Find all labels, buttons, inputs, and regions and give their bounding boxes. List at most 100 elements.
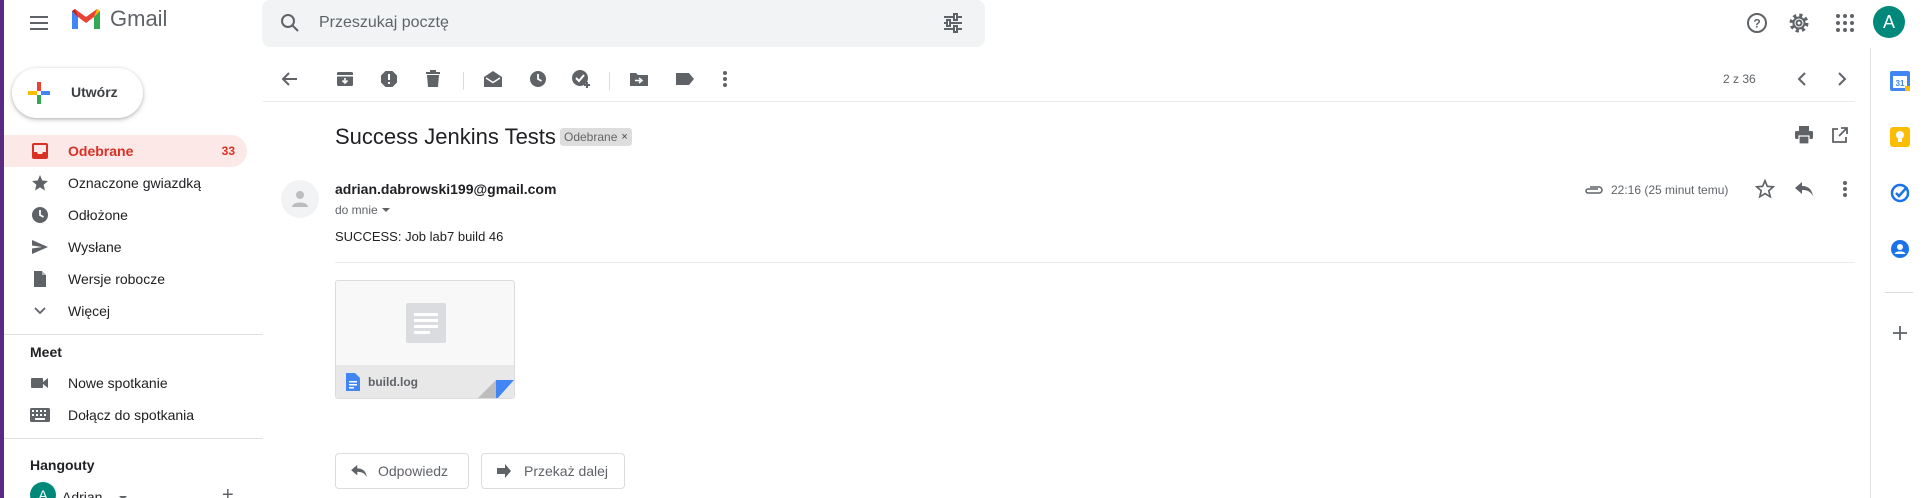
sidebar-item-label: Nowe spotkanie [68,375,168,391]
sidebar-item-label: Dołącz do spotkania [68,407,195,423]
apps-grid-icon[interactable] [1832,10,1858,36]
move-to-icon[interactable] [626,66,652,92]
sidebar-item-sent[interactable]: Wysłane [4,231,248,263]
message-toolbar: 2 z 36 [263,60,1855,102]
pagination-count: 2 z 36 [1723,72,1756,86]
caret-down-icon [381,208,390,212]
file-doc-icon [346,373,360,391]
sidebar-item-new-meeting[interactable]: Nowe spotkanie [4,367,248,399]
keyboard-icon [30,405,50,425]
sidebar-item-starred[interactable]: Oznaczone gwiazdką [4,167,248,199]
attachment-clip-icon [1584,183,1604,201]
draft-icon [30,269,50,289]
snooze-clock-icon[interactable] [525,66,551,92]
app-name: Gmail [110,6,168,31]
label-chip-text: Odebrane [564,130,618,144]
add-hangout-icon[interactable]: + [222,484,234,498]
add-to-tasks-icon[interactable] [568,66,594,92]
reply-label: Odpowiedz [378,463,449,479]
hangouts-user-avatar[interactable]: A [30,482,56,498]
forward-label: Przekaż dalej [524,463,609,479]
top-bar: Gmail ? [4,0,1923,48]
reply-icon [351,464,367,478]
hangouts-section-title: Hangouty [30,457,95,473]
star-outline-icon[interactable] [1754,178,1776,204]
more-vertical-icon[interactable] [712,66,738,92]
body-divider [335,262,1855,263]
file-corner-icon [478,380,514,398]
account-avatar[interactable]: A [1873,6,1905,38]
chevron-left-icon[interactable] [1789,66,1815,92]
search-options-icon[interactable] [942,12,964,34]
compose-label: Utwórz [71,84,118,100]
sender-avatar[interactable] [281,180,319,218]
search-bar[interactable] [262,0,985,47]
recipient-details-toggle[interactable]: do mnie [335,203,390,217]
sidebar-item-label: Oznaczone gwiazdką [68,175,202,191]
attachment-card[interactable]: build.log [335,280,515,399]
report-spam-icon[interactable] [376,66,402,92]
label-chip[interactable]: Odebrane × [560,128,632,146]
search-icon[interactable] [280,13,300,33]
sidebar-item-drafts[interactable]: Wersje robocze [4,263,248,295]
message-timestamp: 22:16 (25 minut temu) [1611,183,1729,197]
sidebar-item-join-meeting[interactable]: Dołącz do spotkania [4,399,248,431]
tasks-icon[interactable] [1889,182,1911,204]
chevron-right-icon[interactable] [1829,66,1855,92]
contacts-icon[interactable] [1889,238,1911,260]
divider [4,438,263,439]
search-input[interactable] [319,12,899,34]
settings-gear-icon[interactable] [1786,10,1812,36]
sidebar-item-snoozed[interactable]: Odłożone [4,199,248,231]
sidebar-item-label: Więcej [68,303,111,319]
unread-count-badge: 33 [221,144,235,158]
side-panel: 31 [1870,48,1923,498]
hangouts-user-name[interactable]: Adrian [62,489,102,498]
star-icon [30,173,50,193]
chevron-down-icon [30,301,50,321]
attachment-footer: build.log [336,365,514,398]
gmail-window: Gmail ? [0,0,1923,498]
sidebar-item-inbox[interactable]: Odebrane 33 [4,135,247,167]
more-vertical-icon[interactable] [1843,181,1847,202]
email-body: SUCCESS: Job lab7 build 46 [335,229,504,244]
recipient-label: do mnie [335,203,378,217]
calendar-icon[interactable]: 31 [1889,70,1911,92]
print-icon[interactable] [1794,126,1814,149]
forward-button[interactable]: Przekaż dalej [481,453,625,489]
meet-nav: Nowe spotkanie Dołącz do spotkania [4,367,248,431]
compose-button[interactable]: Utwórz [12,68,143,118]
sidebar-item-more[interactable]: Więcej [4,295,248,327]
toolbar-divider [263,101,1855,102]
remove-label-icon[interactable]: × [621,131,627,143]
sidebar-nav: Odebrane 33 Oznaczone gwiazdką Odłożone … [4,135,248,327]
reply-button[interactable]: Odpowiedz [335,453,469,489]
meet-section-title: Meet [30,344,62,360]
sidebar-item-label: Wysłane [68,239,122,255]
open-new-window-icon[interactable] [1831,127,1848,149]
archive-icon[interactable] [332,66,358,92]
document-preview-icon [406,303,446,343]
main-menu-button[interactable] [24,10,54,36]
gmail-logo[interactable]: Gmail [70,6,167,32]
gmail-m-icon [72,9,100,29]
sender-email[interactable]: adrian.dabrowski199@gmail.com [335,181,556,197]
reply-arrow-icon[interactable] [1794,181,1814,202]
send-icon [30,237,50,257]
toolbar-separator [609,72,610,90]
delete-trash-icon[interactable] [420,66,446,92]
get-addons-plus-icon[interactable] [1889,322,1911,344]
attachment-name: build.log [368,375,418,389]
rail-divider [1885,292,1913,293]
chevron-down-icon[interactable] [118,490,128,498]
sidebar-item-label: Odebrane [68,143,134,159]
help-icon[interactable]: ? [1744,10,1770,36]
forward-icon [497,464,511,478]
attachment-preview [336,281,514,365]
label-tag-icon[interactable] [672,66,698,92]
keep-notes-icon[interactable] [1889,126,1911,148]
svg-text:?: ? [1753,17,1760,31]
back-arrow-icon[interactable] [277,66,303,92]
divider [4,334,263,335]
mark-unread-icon[interactable] [480,66,506,92]
